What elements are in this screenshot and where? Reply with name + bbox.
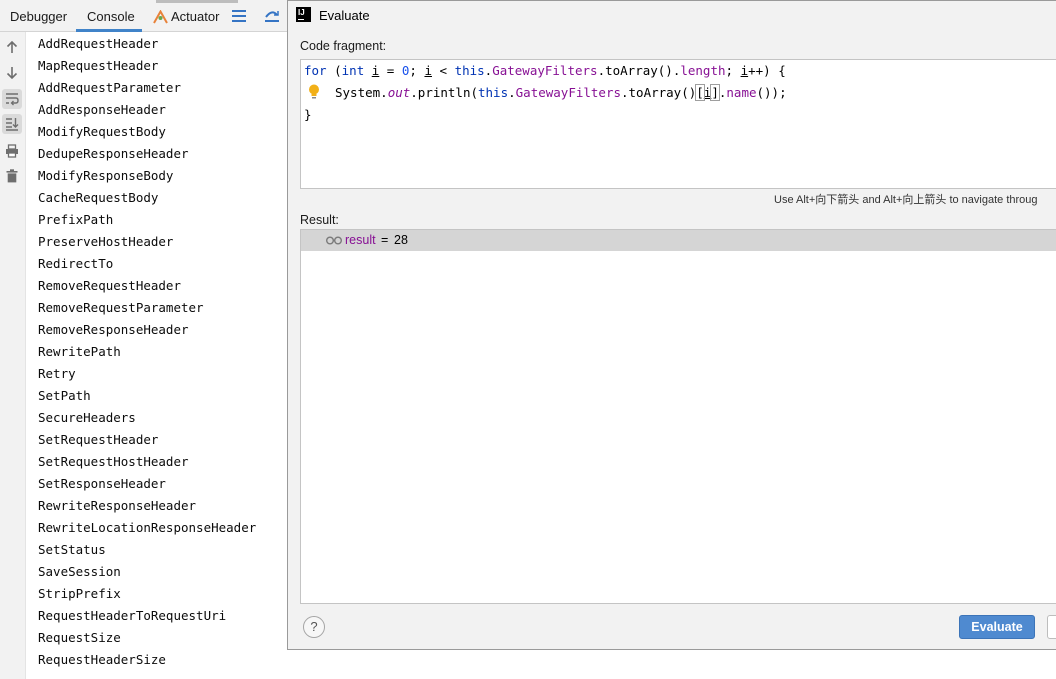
result-row[interactable]: result = 28: [301, 230, 1056, 251]
code-token: ]: [710, 84, 720, 101]
console-line: RemoveRequestParameter: [38, 300, 204, 315]
code-token: ++) {: [748, 63, 786, 78]
navigation-hint: Use Alt+向下箭头 and Alt+向上箭头 to navigate th…: [774, 194, 1038, 206]
tab-actuator-label: Actuator: [171, 9, 220, 24]
code-token: <: [431, 63, 455, 78]
arrow-up-icon: [6, 40, 18, 53]
trash-icon: [6, 169, 18, 183]
code-token: this: [454, 63, 485, 78]
scroll-to-end-button[interactable]: [2, 114, 22, 134]
console-line: ModifyRequestBody: [38, 124, 166, 139]
code-token: i: [740, 63, 749, 78]
console-line: SetPath: [38, 388, 91, 403]
console-line: AddRequestParameter: [38, 80, 181, 95]
console-line: RewriteLocationResponseHeader: [38, 520, 257, 535]
code-token: System.: [335, 85, 388, 100]
print-icon: [6, 144, 18, 158]
clear-all-button[interactable]: [2, 166, 22, 186]
console-line: RequestSize: [38, 630, 121, 645]
console-line: StripPrefix: [38, 586, 121, 601]
console-line: PrefixPath: [38, 212, 114, 227]
console-line: Retry: [38, 366, 76, 381]
console-output: AddRequestHeader MapRequestHeader AddReque…: [38, 35, 256, 673]
code-token: length: [680, 63, 726, 78]
console-line: DedupeResponseHeader: [38, 146, 189, 161]
watch-glasses-icon: [326, 236, 342, 245]
console-line: PreserveHostHeader: [38, 234, 174, 249]
console-line: SetRequestHostHeader: [38, 454, 189, 469]
code-token: [: [695, 84, 705, 101]
debug-tool-window-tabbar: Debugger Console Actuator: [0, 0, 290, 32]
code-line-2: System.out.println(this.GatewayFilters.t…: [335, 84, 787, 101]
scroll-to-end-icon: [6, 118, 19, 131]
result-value: 28: [394, 233, 408, 247]
result-equals: =: [381, 233, 389, 247]
console-line: RemoveResponseHeader: [38, 322, 189, 337]
actuator-icon: [153, 9, 168, 24]
tab-console[interactable]: Console: [87, 0, 135, 32]
code-line-1: for (int i = 0; i < this.GatewayFilters.…: [304, 63, 786, 78]
soft-wrap-icon: [6, 93, 19, 106]
up-the-stack-button[interactable]: [2, 37, 22, 57]
result-tree[interactable]: result = 28: [300, 229, 1056, 604]
console-line: CacheRequestBody: [38, 190, 159, 205]
console-line: RequestHeaderSize: [38, 652, 166, 667]
code-token: .toArray(): [621, 85, 697, 100]
console-line: MapRequestHeader: [38, 58, 159, 73]
console-line: RequestHeaderToRequestUri: [38, 608, 227, 623]
code-token: =: [379, 63, 402, 78]
evaluate-dialog: IJ Evaluate Code fragment: for (int i = …: [287, 0, 1056, 650]
code-token: .toArray().: [597, 63, 681, 78]
soft-wrap-button[interactable]: [2, 89, 22, 109]
console-line: RemoveRequestHeader: [38, 278, 181, 293]
code-token: this: [478, 85, 509, 100]
code-token: ());: [756, 85, 787, 100]
help-button[interactable]: ?: [303, 616, 325, 638]
tab-actuator[interactable]: Actuator: [153, 0, 219, 32]
evaluate-button[interactable]: Evaluate: [959, 615, 1035, 639]
code-fragment-editor[interactable]: for (int i = 0; i < this.GatewayFilters.…: [300, 59, 1056, 189]
code-token: name: [726, 85, 757, 100]
intellij-logo-icon: IJ: [296, 7, 311, 22]
menu-icon[interactable]: [232, 10, 246, 22]
tab-debugger[interactable]: Debugger: [10, 0, 67, 32]
lightbulb-icon[interactable]: [308, 84, 320, 100]
console-line: AddResponseHeader: [38, 102, 166, 117]
code-token: ;: [725, 63, 741, 78]
down-the-stack-button[interactable]: [2, 63, 22, 83]
code-token: .: [508, 85, 516, 100]
code-token: (: [326, 63, 342, 78]
code-token: ;: [409, 63, 425, 78]
arrow-down-icon: [6, 67, 18, 80]
console-line: SetStatus: [38, 542, 106, 557]
result-variable-name: result: [345, 233, 376, 247]
code-token: for: [304, 63, 327, 78]
code-token: GatewayFilters: [492, 63, 598, 78]
console-line: RewritePath: [38, 344, 121, 359]
active-tab-underline: [76, 29, 142, 32]
result-label: Result:: [300, 213, 339, 227]
console-line: ModifyResponseBody: [38, 168, 174, 183]
code-token: out: [387, 85, 411, 100]
console-line: AddRequestHeader: [38, 36, 159, 51]
code-fragment-label: Code fragment:: [300, 39, 387, 53]
dialog-title: Evaluate: [319, 8, 370, 23]
console-line: SetRequestHeader: [38, 432, 159, 447]
code-line-3: }: [304, 107, 312, 122]
console-line: SaveSession: [38, 564, 121, 579]
console-toolbar: [0, 32, 26, 679]
print-button[interactable]: [2, 141, 22, 161]
code-token: GatewayFilters: [515, 85, 621, 100]
close-button[interactable]: [1047, 615, 1056, 639]
console-line: RewriteResponseHeader: [38, 498, 197, 513]
restore-layout-icon[interactable]: [264, 9, 280, 23]
code-token: int: [341, 63, 365, 78]
code-token: i: [424, 63, 432, 78]
console-line: SetResponseHeader: [38, 476, 166, 491]
console-line: RedirectTo: [38, 256, 114, 271]
code-token: .println(: [410, 85, 478, 100]
console-line: SecureHeaders: [38, 410, 136, 425]
